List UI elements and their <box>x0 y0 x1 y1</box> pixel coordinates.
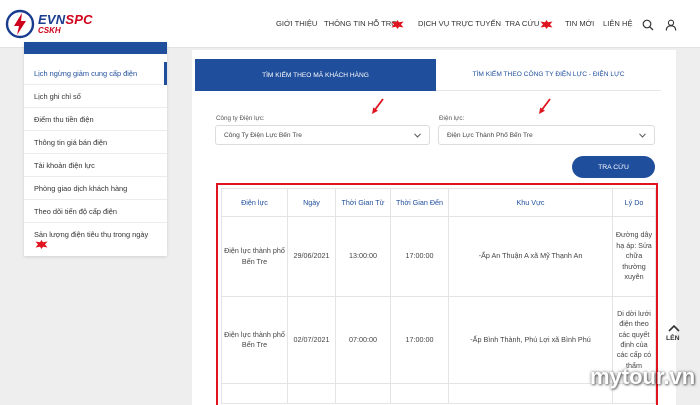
unit-select-value: Điện Lực Thành Phố Bến Tre <box>447 132 533 139</box>
search-button[interactable]: Tra cứu <box>572 156 655 178</box>
cell-ngay: 29/06/2021 <box>287 216 336 297</box>
search-icon[interactable] <box>642 19 654 31</box>
cell-khu-vuc: -Ấp Bình Thành, Phú Lợi xã Bình Phú <box>448 296 613 384</box>
sidebar-item-label: Tài khoản điện lực <box>34 161 95 170</box>
chevron-down-icon <box>639 133 646 138</box>
column-header-khu-vuc[interactable]: Khu Vực <box>448 188 613 217</box>
sidebar-item-diem-thu-tien-dien[interactable]: Điểm thu tiền điện <box>24 108 167 131</box>
sidebar-item-label: Sản lượng điện tiêu thụ trong ngày <box>34 230 149 239</box>
cell-dien-luc: Điện lực thành phố Bến Tre <box>221 296 288 384</box>
cell-thoi-gian-tu: 13:00:00 <box>335 216 391 297</box>
nav-tin-moi[interactable]: Tin mới <box>565 19 594 28</box>
sidebar-item-tai-khoan-dien-luc[interactable]: Tài khoản điện lực <box>24 154 167 177</box>
sidebar-item-lich-ngung-cung-cap-dien[interactable]: Lịch ngừng giảm cung cấp điện <box>24 62 167 85</box>
table-header-row: Điện lực Ngày Thời Gian Từ Thời Gian Đến… <box>221 188 656 217</box>
cell-thoi-gian-tu: 07:00:00 <box>335 296 391 384</box>
nav-thong-tin-ho-tro[interactable]: Thông tin hỗ trợ <box>324 19 398 28</box>
nav-gioi-thieu[interactable]: Giới thiệu <box>276 19 317 28</box>
nav-tra-cuu[interactable]: Tra cứu <box>505 19 539 28</box>
sidebar-item-label: Theo dõi tiến độ cấp điện <box>34 207 118 216</box>
user-icon[interactable] <box>665 19 677 31</box>
new-badge-icon <box>540 20 553 29</box>
new-badge-icon <box>391 20 404 29</box>
unit-select[interactable]: Điện Lực Thành Phố Bến Tre <box>438 125 655 145</box>
nav-dich-vu-truc-tuyen[interactable]: Dịch vụ trực tuyến <box>418 19 501 28</box>
back-to-top-button[interactable]: LÊN <box>660 322 690 352</box>
sidebar-item-lich-ghi-chi-so[interactable]: Lịch ghi chỉ số <box>24 85 167 108</box>
nav-lien-he[interactable]: Liên hệ <box>603 19 633 28</box>
tab-search-by-company[interactable]: Tìm kiếm theo công ty điện lực - điện lự… <box>436 59 661 91</box>
company-field-label: Công ty Điện lực: <box>216 115 265 122</box>
column-header-ly-do[interactable]: Lý Do <box>612 188 656 217</box>
watermark: mytour.vn <box>590 364 696 389</box>
main-panel: Tìm kiếm theo mã khách hàng Tìm kiếm the… <box>192 50 676 405</box>
annotation-arrow-icon <box>372 98 384 114</box>
sidebar-item-thong-tin-gia-ban-dien[interactable]: Thông tin giá bán điện <box>24 131 167 154</box>
sidebar-item-theo-doi-tien-do[interactable]: Theo dõi tiến độ cấp điện <box>24 200 167 223</box>
cell-thoi-gian-den: 17:00:00 <box>390 216 449 297</box>
chevron-down-icon <box>414 133 421 138</box>
sidebar-item-label: Phòng giao dịch khách hàng <box>34 184 128 193</box>
site-header: EVNSPC CSKH Giới thiệu Thông tin hỗ trợ … <box>0 0 700 48</box>
sidebar-item-san-luong-dien[interactable]: Sản lượng điện tiêu thụ trong ngày <box>24 223 167 256</box>
cell-ngay: 02/07/2021 <box>287 296 336 384</box>
unit-field-label: Điện lực: <box>439 115 465 122</box>
chevron-up-icon <box>668 324 680 332</box>
cell-ly-do: Đường dây hạ áp: Sửa chữa thường xuyên <box>612 216 656 297</box>
main-nav: Giới thiệu Thông tin hỗ trợ Dịch vụ trực… <box>0 19 700 33</box>
company-select[interactable]: Công Ty Điện Lực Bến Tre <box>215 125 430 145</box>
sidebar-item-label: Thông tin giá bán điện <box>34 138 108 147</box>
annotation-arrow-icon <box>539 98 551 114</box>
sidebar: Lịch ngừng giảm cung cấp điện Lịch ghi c… <box>24 42 167 256</box>
new-badge-icon <box>35 240 48 249</box>
sidebar-top-bar <box>24 42 167 54</box>
cell-dien-luc: Điện lực thành phố Bến Tre <box>221 216 288 297</box>
sidebar-item-label: Lịch ghi chỉ số <box>34 92 81 101</box>
company-select-value: Công Ty Điện Lực Bến Tre <box>224 132 302 139</box>
tab-search-by-customer-code[interactable]: Tìm kiếm theo mã khách hàng <box>195 59 436 91</box>
sidebar-item-label: Lịch ngừng giảm cung cấp điện <box>34 69 138 78</box>
sidebar-item-label: Điểm thu tiền điện <box>34 115 94 124</box>
column-header-thoi-gian-den[interactable]: Thời Gian Đến <box>390 188 449 217</box>
column-header-thoi-gian-tu[interactable]: Thời Gian Từ <box>335 188 391 217</box>
column-header-ngay[interactable]: Ngày <box>287 188 336 217</box>
cell-thoi-gian-den: 17:00:00 <box>390 296 449 384</box>
back-to-top-label: LÊN <box>666 335 680 342</box>
column-header-dien-luc[interactable]: Điện lực <box>221 188 288 217</box>
sidebar-item-phong-giao-dich[interactable]: Phòng giao dịch khách hàng <box>24 177 167 200</box>
table-row: Điện lực thành phố Bến Tre 29/06/2021 13… <box>221 216 656 297</box>
cell-khu-vuc: -Ấp An Thuận A xã Mỹ Thạnh An <box>448 216 613 297</box>
